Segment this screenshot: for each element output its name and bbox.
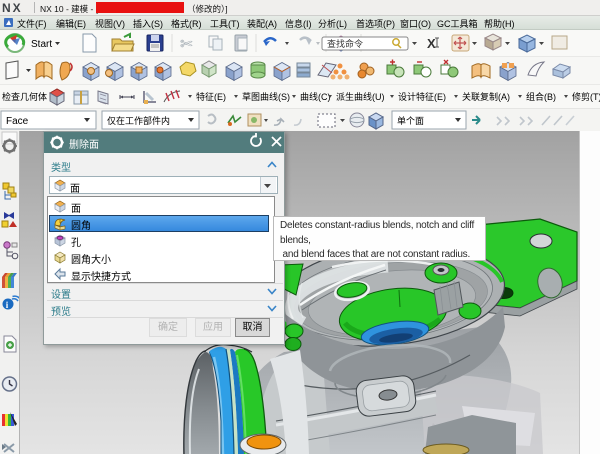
svg-text:仅在工作部件内: 仅在工作部件内 <box>107 115 170 126</box>
svg-text:Start: Start <box>31 39 52 50</box>
svg-text:修剪(T): 修剪(T) <box>572 91 600 102</box>
svg-text:Face: Face <box>6 116 29 127</box>
svg-text:单个面: 单个面 <box>397 115 424 126</box>
svg-text:曲线(C): 曲线(C) <box>300 91 331 102</box>
svg-text:关联复制(A): 关联复制(A) <box>462 91 510 102</box>
svg-text:草图曲线(S): 草图曲线(S) <box>242 91 290 102</box>
svg-text:查找命令: 查找命令 <box>327 38 363 49</box>
svg-text:X: X <box>427 36 436 51</box>
svg-text:✄: ✄ <box>180 36 193 53</box>
svg-text:检查几何体: 检查几何体 <box>2 91 47 102</box>
svg-text:特征(E): 特征(E) <box>196 91 226 102</box>
svg-text:组合(B): 组合(B) <box>526 91 556 102</box>
svg-text:派生曲线(U): 派生曲线(U) <box>336 91 385 102</box>
svg-text:设计特征(E): 设计特征(E) <box>398 91 446 102</box>
